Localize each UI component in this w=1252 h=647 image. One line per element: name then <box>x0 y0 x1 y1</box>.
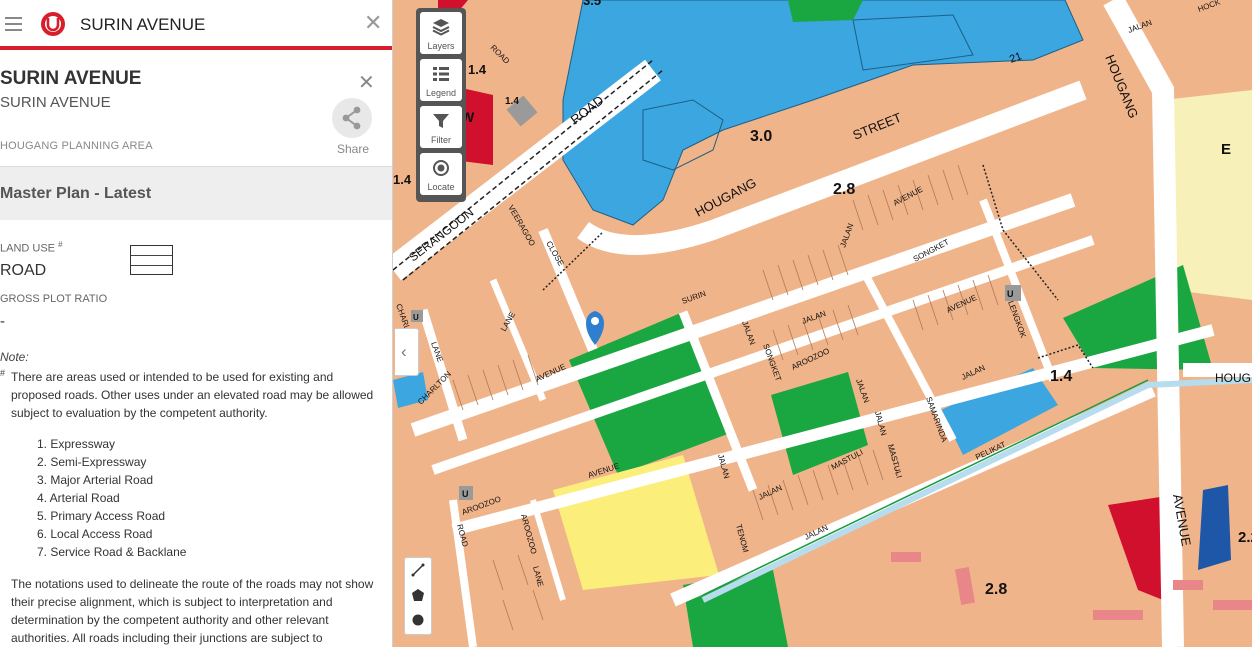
locate-icon <box>433 160 449 176</box>
park-zone <box>788 0 863 22</box>
land-use-label-text: LAND USE <box>0 242 56 255</box>
note-text-2: The notations used to delineate the rout… <box>11 577 374 645</box>
land-use-value: ROAD <box>0 262 47 279</box>
locate-button[interactable]: Locate <box>420 153 462 195</box>
master-plan-title: Master Plan - Latest <box>0 185 152 202</box>
close-icon[interactable]: ✕ <box>364 11 382 35</box>
gross-plot-ratio-value: - <box>0 313 5 330</box>
note-text: There are areas used or intended to be u… <box>11 370 374 420</box>
list-item: 3. Major Arterial Road <box>37 473 154 487</box>
plot-ratio-label: 1.4 <box>393 172 412 187</box>
search-bar: SURIN AVENUE ✕ <box>0 0 392 50</box>
share-button[interactable] <box>332 98 372 138</box>
zone-label: E <box>1221 141 1231 158</box>
land-use-label: LAND USE # <box>0 240 63 255</box>
layers-icon <box>432 19 450 36</box>
master-plan-header[interactable]: Master Plan - Latest <box>0 166 392 220</box>
plot-ratio-label: 2.8 <box>833 181 855 198</box>
utility-label: U <box>1007 289 1014 299</box>
map-svg[interactable]: 3.0 2.8 2.8 1.4 1.4 1.4 1.4 3.5 2.2 E W … <box>393 0 1252 647</box>
utility-label: U <box>413 313 419 322</box>
polygon-icon <box>412 589 424 601</box>
legend-label: Legend <box>425 88 457 98</box>
plot-ratio-label: 3.5 <box>583 0 601 8</box>
draw-toolbar <box>404 557 432 635</box>
land-use-swatch <box>130 245 173 275</box>
legend-icon <box>433 67 449 81</box>
place-title: SURIN AVENUE <box>0 68 142 89</box>
list-item: 4. Arterial Road <box>37 491 120 505</box>
list-item: 2. Semi-Expressway <box>37 455 147 469</box>
utility-label: U <box>462 489 469 499</box>
map-toolbox: Layers Legend Filter Locate <box>416 8 466 202</box>
plot-ratio-label: 1.4 <box>468 62 487 77</box>
details-panel: SURIN AVENUE ✕ SURIN AVENUE SURIN AVENUE… <box>0 0 393 647</box>
planning-area: HOUGANG PLANNING AREA <box>0 140 153 152</box>
legend-button[interactable]: Legend <box>420 59 462 101</box>
layers-button[interactable]: Layers <box>420 12 462 54</box>
list-item: 6. Local Access Road <box>37 527 153 541</box>
list-item: 5. Primary Access Road <box>37 509 166 523</box>
road-label: HOUG <box>1215 371 1251 385</box>
list-item: 7. Service Road & Backlane <box>37 545 187 559</box>
detail-close-icon[interactable]: ✕ <box>358 70 375 95</box>
hamburger-icon[interactable] <box>5 17 22 31</box>
note-label: Note: <box>0 350 29 364</box>
draw-line-button[interactable] <box>405 558 431 583</box>
plot-ratio-label: 3.0 <box>750 128 772 145</box>
collapse-panel-button[interactable]: ‹ <box>395 328 419 376</box>
line-icon <box>411 563 425 577</box>
draw-polygon-button[interactable] <box>405 583 431 608</box>
list-item: 1. Expressway <box>37 437 116 451</box>
filter-button[interactable]: Filter <box>420 106 462 148</box>
note-marker: # <box>0 368 6 378</box>
plot-ratio-label: 1.4 <box>505 96 519 107</box>
draw-circle-button[interactable] <box>405 608 431 633</box>
plot-ratio-label: 2.2 <box>1238 529 1252 546</box>
share-label: Share <box>336 142 370 156</box>
circle-icon <box>412 614 424 626</box>
civic-zone <box>1198 485 1231 570</box>
layers-label: Layers <box>427 41 455 51</box>
map-canvas[interactable]: 3.0 2.8 2.8 1.4 1.4 1.4 1.4 3.5 2.2 E W … <box>393 0 1252 647</box>
chevron-left-icon: ‹ <box>401 342 407 361</box>
share-icon <box>342 106 361 130</box>
road-type-list: 1. Expressway 2. Semi-Expressway 3. Majo… <box>37 435 186 561</box>
search-input[interactable]: SURIN AVENUE <box>80 15 205 35</box>
ura-logo <box>41 12 65 36</box>
filter-icon <box>433 114 449 128</box>
gross-plot-ratio-label: GROSS PLOT RATIO <box>0 293 108 305</box>
locate-label: Locate <box>427 182 455 192</box>
plot-ratio-label: 1.4 <box>1050 368 1072 385</box>
plot-ratio-label: 2.8 <box>985 581 1007 598</box>
filter-label: Filter <box>431 135 451 145</box>
place-subtitle: SURIN AVENUE <box>0 94 111 111</box>
land-use-marker: # <box>58 240 63 249</box>
